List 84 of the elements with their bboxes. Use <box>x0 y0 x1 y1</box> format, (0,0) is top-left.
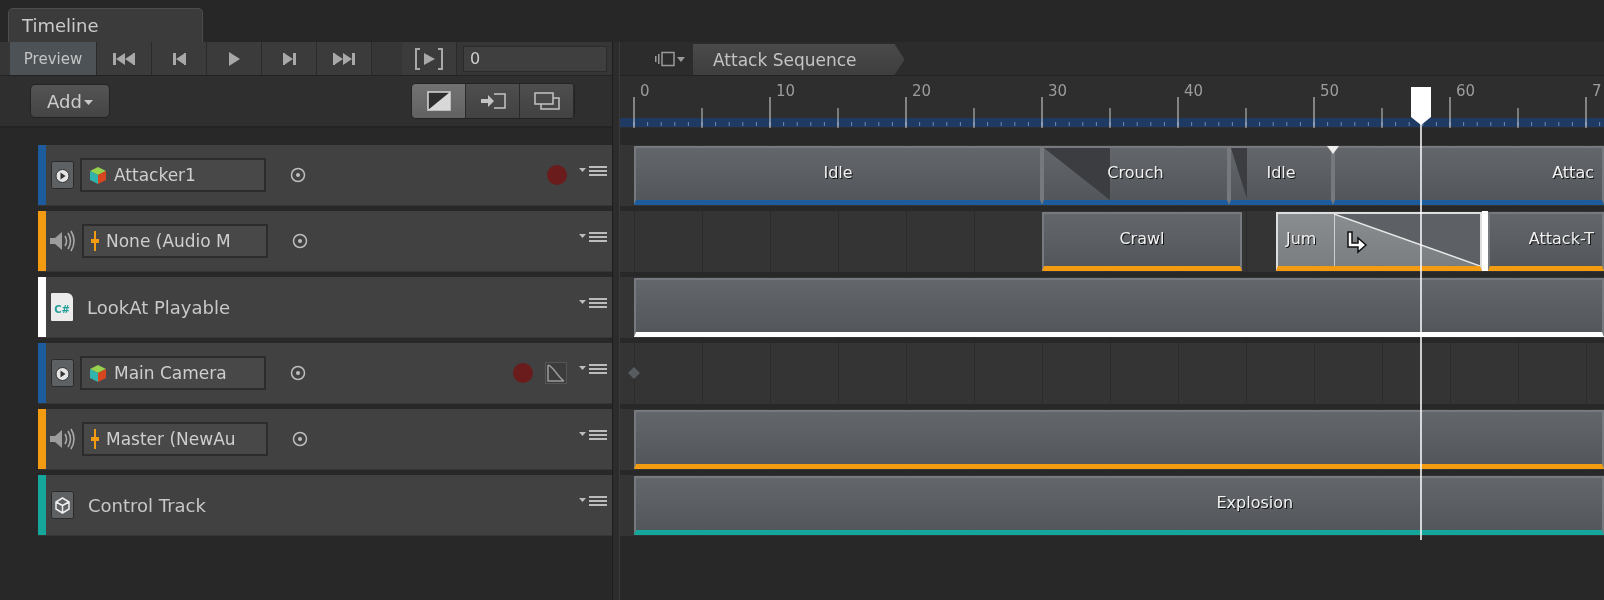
timeline-clip[interactable]: Attack-T <box>1488 212 1604 271</box>
target-icon[interactable] <box>290 167 306 183</box>
track-header[interactable]: C# LookAt Playable <box>38 277 612 338</box>
track-header[interactable]: Attacker1 <box>38 145 612 206</box>
edit-mode-button[interactable] <box>520 84 574 118</box>
timeline-clip[interactable]: Idle <box>1229 146 1334 205</box>
play-icon <box>228 51 240 66</box>
previous-frame-button[interactable] <box>152 42 207 75</box>
play-range-button[interactable] <box>402 42 457 75</box>
ruler-label: 20 <box>912 82 932 100</box>
track-menu-icon[interactable] <box>579 429 607 441</box>
ruler-label: 0 <box>640 82 650 100</box>
clip-label: Crouch <box>1107 163 1164 182</box>
add-button[interactable]: Add <box>30 84 110 118</box>
marker-icon <box>1327 146 1340 154</box>
clip-label: Jum <box>1285 229 1317 248</box>
fader-icon <box>90 230 100 252</box>
object-field[interactable]: Attacker1 <box>80 158 266 192</box>
speaker-icon <box>49 426 76 452</box>
target-icon[interactable] <box>292 431 308 447</box>
fader-icon <box>90 428 100 450</box>
track-menu-icon[interactable] <box>579 495 607 507</box>
half-filled-square-icon <box>426 91 451 111</box>
clip-label: Explosion <box>1216 493 1294 512</box>
overlapping-rectangles-icon <box>533 91 560 111</box>
preview-button[interactable]: Preview <box>10 42 97 75</box>
ruler-label: 40 <box>1184 82 1204 100</box>
track-name: LookAt Playable <box>87 296 230 318</box>
target-icon[interactable] <box>292 233 308 249</box>
target-icon[interactable] <box>290 365 306 381</box>
edit-mode-button[interactable] <box>412 84 466 118</box>
window-tab[interactable]: Timeline <box>8 8 203 42</box>
cursor-icon <box>1345 231 1368 255</box>
object-field[interactable]: Master (NewAu <box>82 422 268 456</box>
speaker-icon <box>49 228 76 254</box>
play-range-icon <box>414 47 444 70</box>
track-menu-icon[interactable] <box>579 165 607 177</box>
track-menu-icon[interactable] <box>579 231 607 243</box>
track-header[interactable]: Main Camera <box>38 343 612 404</box>
last-frame-icon <box>333 51 355 66</box>
clip-label: Attack-T <box>1528 229 1594 248</box>
track-name: Control Track <box>88 494 206 516</box>
time-ruler[interactable]: 0 10 20 30 40 50 60 7 <box>620 76 1604 128</box>
first-frame-button[interactable] <box>97 42 152 75</box>
timeline-clip[interactable]: Crouch <box>1042 146 1229 205</box>
cube-icon <box>88 363 108 383</box>
time-field[interactable]: 0 <box>463 45 607 72</box>
ruler-label: 10 <box>776 82 796 100</box>
timeline-clip[interactable]: Crawl <box>1042 212 1242 271</box>
track-menu-icon[interactable] <box>579 363 607 375</box>
next-frame-icon <box>282 51 296 66</box>
timeline-clip[interactable]: Explosion <box>634 476 1604 535</box>
last-frame-button[interactable] <box>317 42 372 75</box>
first-frame-icon <box>113 51 135 66</box>
track-header[interactable]: Control Track <box>38 475 612 536</box>
next-frame-button[interactable] <box>262 42 317 75</box>
arrow-into-box-icon <box>479 91 506 111</box>
track-menu-icon[interactable] <box>579 297 607 309</box>
cube-outline-icon <box>51 491 74 519</box>
timeline-clip[interactable]: Attac <box>1333 146 1604 205</box>
play-button[interactable] <box>207 42 262 75</box>
clip-label: Idle <box>1266 163 1296 182</box>
trim-handle[interactable] <box>1481 211 1488 271</box>
ruler-label: 50 <box>1320 82 1340 100</box>
cube-icon <box>88 165 108 185</box>
playhead[interactable] <box>1410 87 1432 540</box>
track-header[interactable]: Master (NewAu <box>38 409 612 470</box>
object-field[interactable]: None (Audio M <box>82 224 268 258</box>
curve-icon[interactable] <box>545 362 567 384</box>
script-file-icon: C# <box>51 293 73 321</box>
ruler-label: 60 <box>1456 82 1476 100</box>
clip-label: Idle <box>823 163 853 182</box>
clip-label: Crawl <box>1119 229 1165 248</box>
previous-frame-icon <box>172 51 186 66</box>
ruler-label: 30 <box>1048 82 1068 100</box>
edit-mode-button[interactable] <box>466 84 520 118</box>
object-field[interactable]: Main Camera <box>80 356 266 390</box>
breadcrumb-item[interactable]: Attack Sequence <box>693 44 905 75</box>
ruler-label: 7 <box>1592 82 1602 100</box>
caret-icon <box>83 100 93 105</box>
timeline-clip[interactable]: Idle <box>634 146 1042 205</box>
clip-label: Attac <box>1552 163 1594 182</box>
track-header[interactable]: None (Audio M <box>38 211 612 272</box>
timeline-clip[interactable]: Jum <box>1275 212 1482 271</box>
